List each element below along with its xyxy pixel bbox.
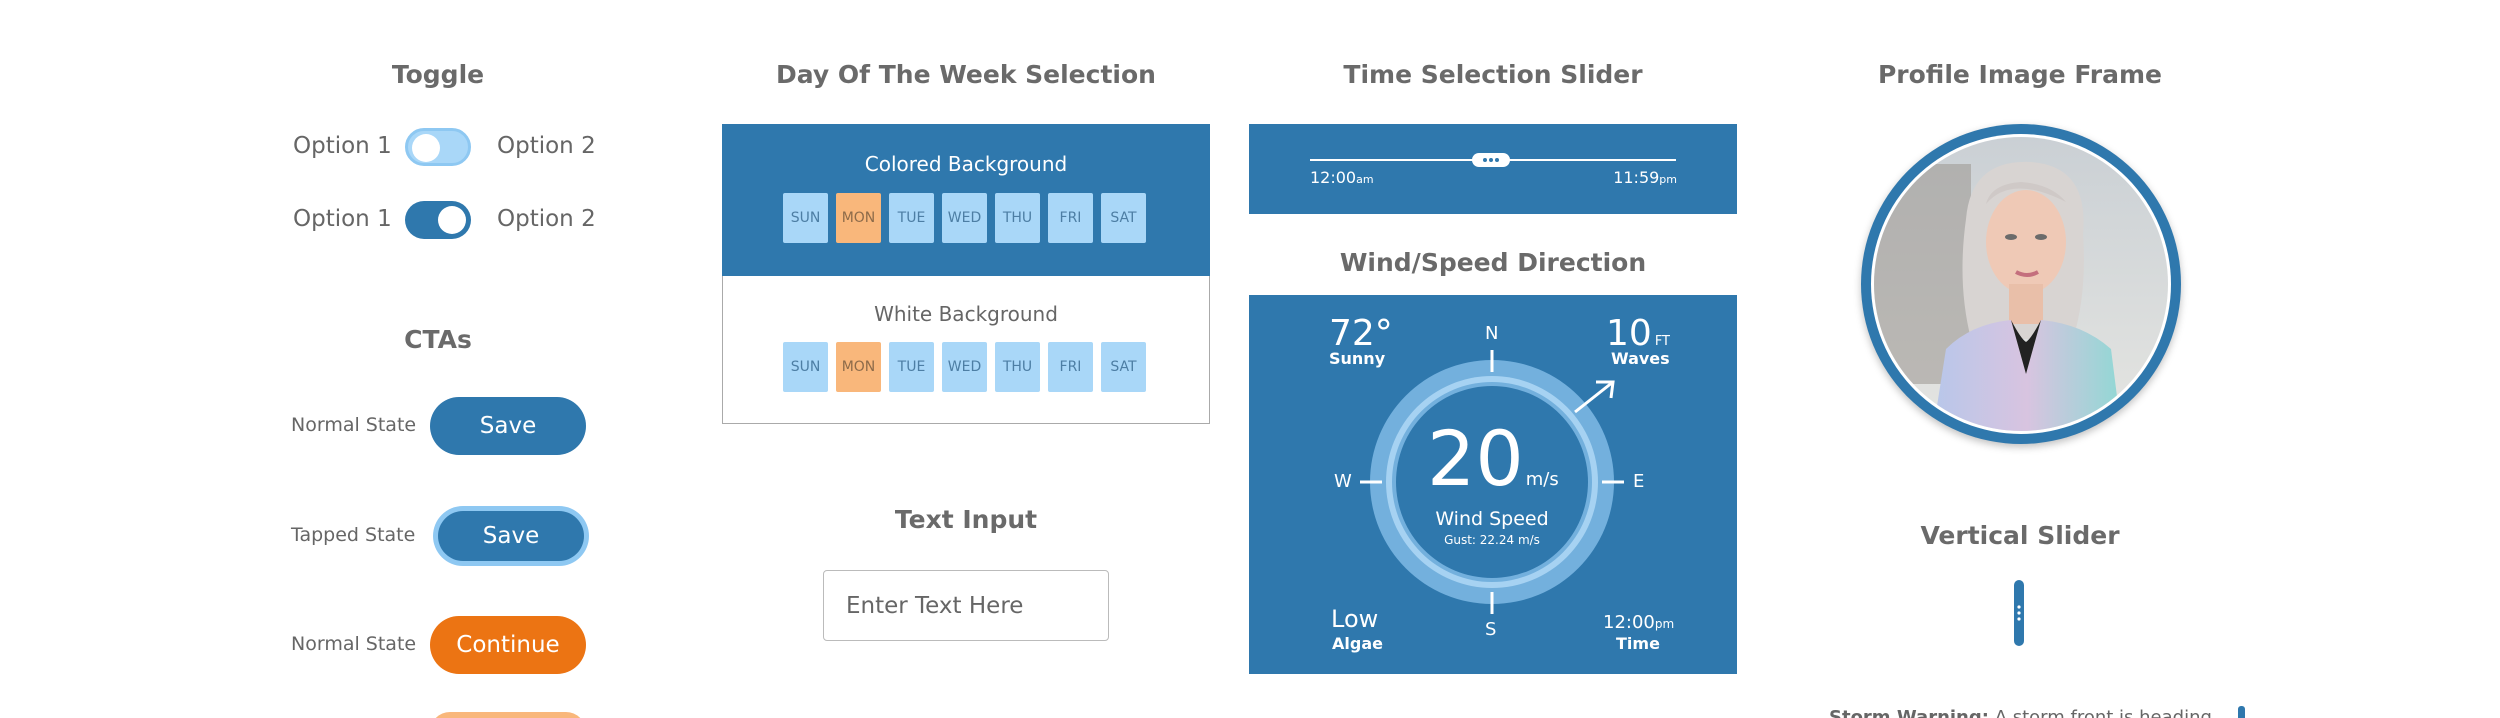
profile-photo: [1871, 134, 2171, 434]
day-thu[interactable]: THU: [995, 342, 1040, 392]
wind-speed-unit: m/s: [1525, 469, 1559, 490]
toggle-knob: [412, 134, 440, 162]
toggle-knob: [438, 206, 466, 234]
toggle-2-right-label: Option 2: [497, 206, 596, 232]
start-suffix: am: [1356, 173, 1374, 186]
waves-unit: FT: [1654, 334, 1671, 349]
wind-speed-label: Wind Speed: [1435, 508, 1549, 530]
end-time: 11:59: [1613, 168, 1660, 187]
day-fri[interactable]: FRI: [1048, 193, 1093, 243]
toggle-1-right-label: Option 2: [497, 133, 596, 159]
grip-dots-icon: [2017, 605, 2021, 621]
grip-dots-icon: [1483, 158, 1499, 162]
save-button[interactable]: Save: [430, 397, 586, 455]
cta-normal-state-label: Normal State: [291, 414, 417, 436]
time-value-block: 12:00pm: [1603, 612, 1674, 633]
toggle-2-left-label: Option 1: [293, 206, 392, 232]
wind-speed-value: 20: [1427, 414, 1524, 503]
end-suffix: pm: [1659, 173, 1677, 186]
white-background-heading: White Background: [874, 302, 1058, 326]
text-input-field[interactable]: [823, 570, 1109, 641]
cta-normal-state-label-2: Normal State: [291, 633, 417, 655]
temperature-value: 72°: [1329, 313, 1393, 354]
save-button-tapped[interactable]: Save: [438, 511, 584, 561]
day-fri[interactable]: FRI: [1048, 342, 1093, 392]
ctas-section-title: CTAs: [404, 325, 472, 354]
continue-button[interactable]: Continue: [430, 616, 586, 674]
time-slider-start-label: 12:00am: [1310, 168, 1374, 187]
toggle-switch-off[interactable]: [405, 128, 471, 166]
day-tue[interactable]: TUE: [889, 193, 934, 243]
storm-warning-message: A storm front is heading: [1994, 707, 2212, 718]
wind-title: Wind/Speed Direction: [1339, 248, 1647, 277]
vertical-slider-handle[interactable]: [2014, 580, 2024, 646]
compass-label-n: N: [1485, 323, 1499, 344]
day-mon-selected[interactable]: MON: [836, 193, 881, 243]
day-selector-white-panel: White Background SUN MON TUE WED THU FRI…: [722, 276, 1210, 424]
day-selector-colored-panel: Colored Background SUN MON TUE WED THU F…: [722, 124, 1210, 276]
storm-warning-text: Storm Warning: A storm front is heading: [1829, 707, 2212, 718]
day-wed[interactable]: WED: [942, 193, 987, 243]
time-slider-panel: 12:00am 11:59pm: [1249, 124, 1737, 214]
day-selector-colored: SUN MON TUE WED THU FRI SAT: [783, 193, 1146, 243]
algae-value: Low: [1331, 605, 1379, 633]
day-selection-title: Day Of The Week Selection: [776, 60, 1156, 89]
vertical-slider-title: Vertical Slider: [1920, 521, 2120, 550]
compass-label-e: E: [1633, 471, 1645, 492]
time-slider-end-label: 11:59pm: [1613, 168, 1677, 187]
profile-image-frame[interactable]: [1861, 124, 2181, 444]
day-sat[interactable]: SAT: [1101, 193, 1146, 243]
day-thu[interactable]: THU: [995, 193, 1040, 243]
cta-tapped-state-label: Tapped State: [291, 524, 416, 546]
toggle-1-left-label: Option 1: [293, 133, 392, 159]
temperature-label: Sunny: [1329, 349, 1386, 368]
algae-label: Algae: [1332, 634, 1383, 653]
toggle-switch-on[interactable]: [405, 201, 471, 239]
day-selector-white: SUN MON TUE WED THU FRI SAT: [783, 342, 1146, 392]
wind-arrow-shaft: [1574, 380, 1614, 414]
profile-frame-title: Profile Image Frame: [1877, 60, 2163, 89]
wind-panel: N S W E 72° Sunny 10 FT Waves 20 m/s Wind …: [1249, 295, 1737, 674]
compass-label-w: W: [1334, 471, 1352, 492]
storm-scroll-indicator[interactable]: [2238, 706, 2245, 718]
compass-label-s: S: [1485, 619, 1497, 640]
day-wed[interactable]: WED: [942, 342, 987, 392]
wind-speed-block: 20 m/s: [1427, 421, 1567, 497]
day-sun[interactable]: SUN: [783, 342, 828, 392]
time-slider-handle[interactable]: [1472, 153, 1510, 167]
waves-label: Waves: [1611, 349, 1670, 368]
day-sat[interactable]: SAT: [1101, 342, 1146, 392]
day-tue[interactable]: TUE: [889, 342, 934, 392]
time-suffix: pm: [1654, 617, 1675, 631]
time-slider-title: Time Selection Slider: [1343, 60, 1643, 89]
waves-value-block: 10 FT: [1606, 313, 1670, 354]
waves-value: 10: [1606, 313, 1652, 354]
cta-button-partial[interactable]: [430, 712, 586, 718]
day-mon-selected[interactable]: MON: [836, 342, 881, 392]
text-input-title: Text Input: [894, 505, 1038, 534]
colored-background-heading: Colored Background: [864, 152, 1068, 176]
start-time: 12:00: [1310, 168, 1357, 187]
toggle-section-title: Toggle: [391, 60, 485, 89]
storm-warning-label: Storm Warning:: [1829, 707, 1989, 718]
day-sun[interactable]: SUN: [783, 193, 828, 243]
wind-gust-label: Gust: 22.24 m/s: [1444, 533, 1540, 547]
time-value: 12:00: [1603, 612, 1655, 633]
time-label: Time: [1616, 634, 1660, 653]
